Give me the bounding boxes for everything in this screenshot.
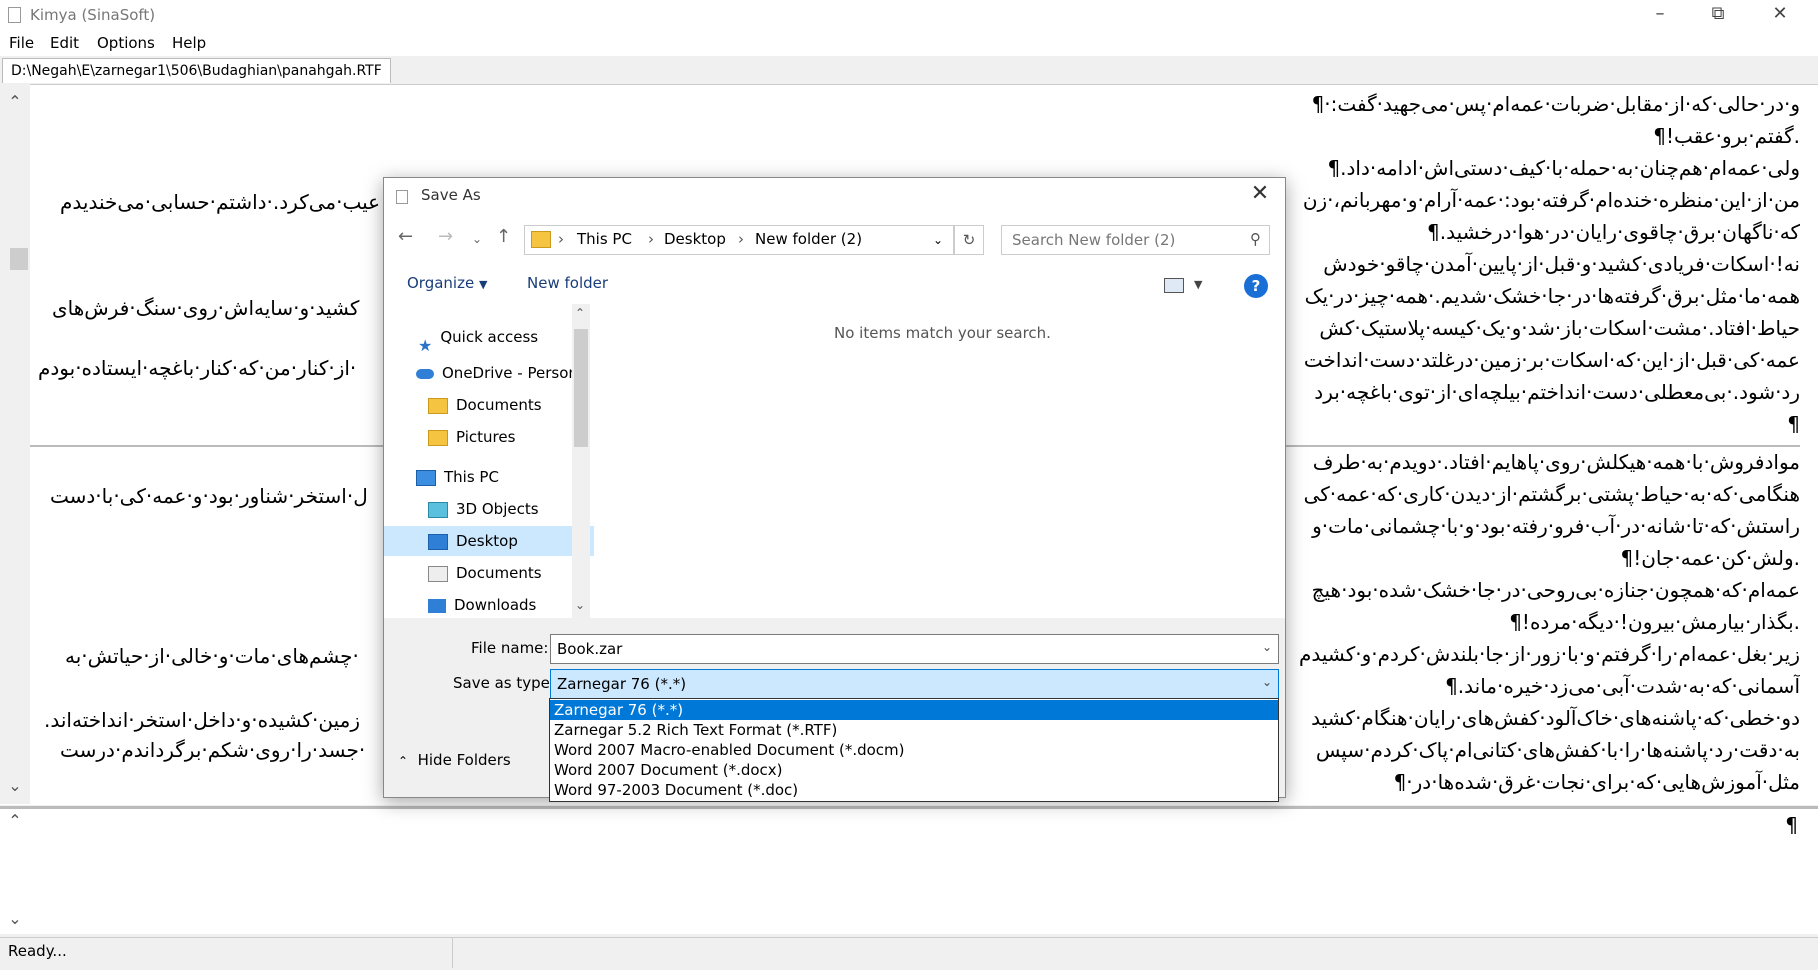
navigation-pane: ★ Quick access OneDrive - Person Document… [384,304,616,618]
chevron-up-icon: ⌃ [398,754,409,768]
editor-scrollbar[interactable]: ⌃ ⌄ [0,84,30,804]
desktop-icon [428,533,448,550]
chevron-right-icon: › [648,230,654,248]
text-fragment: ·چشم‌های·مات·و·خالی·از·حیاتش·به [65,644,359,668]
file-name-value: Book.zar [557,640,623,658]
tab-document[interactable]: D:\Negah\E\zarnegar1\506\Budaghian\panah… [2,58,391,83]
address-dropdown-icon[interactable]: ⌄ [933,233,943,247]
menu-help[interactable]: Help [172,34,206,52]
status-bar [0,937,1818,970]
file-list[interactable] [594,304,1284,618]
new-folder-button[interactable]: New folder [527,274,608,292]
nav-this-pc[interactable]: This PC [384,462,604,492]
type-option[interactable]: Zarnegar 5.2 Rich Text Format (*.RTF) [550,720,1278,740]
back-arrow-icon[interactable]: ← [398,226,413,247]
chevron-down-icon[interactable]: ⌄ [1262,640,1272,654]
document-icon [428,565,448,582]
breadcrumb-new-folder[interactable]: New folder (2) [755,230,862,248]
hide-folders-button[interactable]: ⌃ Hide Folders [398,751,511,769]
scroll-up-icon[interactable]: ⌃ [0,811,30,830]
close-button[interactable]: ✕ [1752,0,1808,30]
cloud-icon [416,368,434,379]
type-option[interactable]: Word 97-2003 Document (*.doc) [550,780,1278,800]
text-fragment: زمین·کشیده·و·داخل·استخر·انداخته‌اند. [44,708,360,732]
paragraph-mark: ¶ [1785,813,1798,837]
save-type-select[interactable]: Zarnegar 76 (*.*) ⌄ [550,669,1279,699]
folder-icon [531,231,551,248]
scroll-up-icon[interactable]: ⌃ [575,306,585,320]
folder-icon [428,429,448,446]
recent-locations-icon[interactable]: ⌄ [472,232,482,246]
empty-message: No items match your search. [834,324,1051,342]
text-line: .گفتم·برو·عقب!¶ [1653,124,1800,148]
address-bar[interactable]: › This PC › Desktop › New folder (2) ⌄ [524,225,954,255]
chevron-right-icon: › [558,230,564,248]
forward-arrow-icon[interactable]: → [438,226,453,247]
text-fragment: عیب·می‌کرد.·داشتم·حسابی·می‌خندیدم [60,190,381,214]
save-type-label: Save as type: [453,674,555,692]
menu-bar [0,30,1818,56]
organize-label: Organize [407,274,475,292]
up-arrow-icon[interactable]: ↑ [496,226,511,247]
help-icon[interactable]: ? [1244,274,1268,298]
save-type-value: Zarnegar 76 (*.*) [557,675,687,693]
text-fragment: ·جسد·را·روی·شکم·برگرداندم·درست [60,738,366,762]
lower-editor-pane[interactable]: ¶ ⌃ ⌄ [0,809,1818,934]
app-icon [8,7,21,23]
organize-button[interactable]: Organize ▼ [407,274,487,292]
menu-options[interactable]: Options [97,34,155,52]
scroll-down-icon[interactable]: ⌄ [0,909,30,928]
search-input[interactable]: Search New folder (2) ⚲ [1001,225,1270,255]
text-fragment: ل·استخر·شناور·بود·و·عمه·کی·با·دست [50,484,368,508]
nav-onedrive[interactable]: OneDrive - Person [384,358,604,388]
text-fragment: کشید·و·سایه‌اش·روی·سنگ·فرش‌های [52,296,360,320]
chevron-right-icon: › [738,230,744,248]
search-icon[interactable]: ⚲ [1250,230,1261,248]
menu-file[interactable]: File [9,34,34,52]
save-type-options: Zarnegar 76 (*.*) Zarnegar 5.2 Rich Text… [549,698,1279,802]
restore-button[interactable]: ⧉ [1690,0,1746,30]
view-options-icon[interactable] [1164,278,1184,293]
dialog-title: Save As [421,186,481,204]
file-name-field[interactable]: Book.zar ⌄ [550,634,1279,664]
status-text: Ready... [8,942,67,960]
refresh-icon[interactable]: ↻ [954,225,984,255]
type-option[interactable]: Word 2007 Document (*.docx) [550,760,1278,780]
type-option[interactable]: Zarnegar 76 (*.*) [550,700,1278,720]
scroll-up-icon[interactable]: ⌃ [0,92,30,111]
dialog-icon [396,190,408,204]
cube-icon [428,501,448,518]
nav-scroll-thumb[interactable] [574,329,588,447]
star-icon: ★ [418,335,433,355]
text-line: و·در·حالی·که·از·مقابل·ضربات·عمه‌ام·پس·می… [1311,92,1800,116]
title-bar [0,0,1818,30]
scroll-thumb[interactable] [10,248,28,270]
search-placeholder: Search New folder (2) [1012,231,1176,249]
dialog-close-button[interactable]: ✕ [1236,178,1284,210]
scroll-down-icon[interactable]: ⌄ [575,598,585,612]
minimize-button[interactable]: – [1632,0,1688,30]
chevron-down-icon[interactable]: ▼ [1194,278,1202,291]
folder-icon [428,397,448,414]
status-divider [452,938,453,968]
breadcrumb-this-pc[interactable]: This PC [577,230,632,248]
scroll-down-icon[interactable]: ⌄ [0,776,30,795]
menu-edit[interactable]: Edit [50,34,79,52]
window-title: Kimya (SinaSoft) [30,6,156,24]
type-option[interactable]: Word 2007 Macro-enabled Document (*.docm… [550,740,1278,760]
file-name-label: File name: [471,639,549,657]
chevron-down-icon: ▼ [478,278,488,291]
download-icon [428,598,446,613]
breadcrumb-desktop[interactable]: Desktop [664,230,726,248]
text-fragment: ·از·کنار·من·که·کنار·باغچه·ایستاده·بودم [38,356,357,380]
computer-icon [416,469,436,486]
chevron-down-icon[interactable]: ⌄ [1262,675,1272,689]
